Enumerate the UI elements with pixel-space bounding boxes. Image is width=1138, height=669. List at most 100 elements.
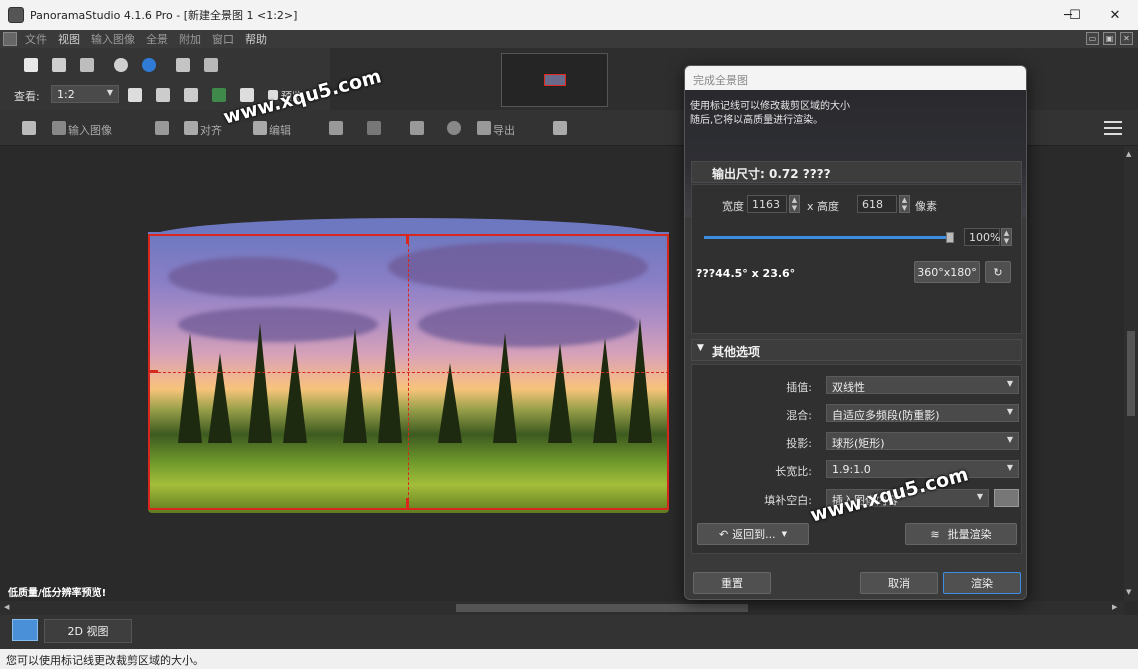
- chevron-down-icon: ▼: [781, 530, 788, 538]
- save-icon[interactable]: [80, 58, 94, 72]
- align-label[interactable]: 对齐: [200, 122, 222, 138]
- scale-field[interactable]: 100%: [964, 228, 1000, 246]
- menu-bar: 文件 视图 输入图像 全景 附加 窗口 帮助: [0, 30, 1138, 48]
- crop-handle-top[interactable]: [406, 234, 409, 244]
- settings-icon[interactable]: [155, 121, 169, 135]
- info-icon[interactable]: [114, 58, 128, 72]
- chevron-down-icon: ▼: [1006, 435, 1013, 444]
- chevron-down-icon: ▼: [1006, 407, 1013, 416]
- share-icon[interactable]: [204, 58, 218, 72]
- projection-select[interactable]: 球形(矩形) ▼: [826, 432, 1019, 450]
- other-options-label: 其他选项: [712, 345, 761, 359]
- menu-help[interactable]: 帮助: [245, 31, 267, 47]
- horizontal-scrollbar[interactable]: ◀ ▶: [0, 601, 1124, 615]
- view-tabs: 2D 视图: [0, 615, 1138, 649]
- zoom-in-icon[interactable]: [128, 88, 142, 102]
- reset-button[interactable]: 重置: [693, 572, 771, 594]
- scroll-up-icon[interactable]: ▲: [1126, 150, 1131, 158]
- pro-badge-icon: [3, 32, 17, 46]
- output-size-header: 输出尺寸: 0.72 ????: [691, 161, 1022, 183]
- edit-icon[interactable]: [253, 121, 267, 135]
- projection-label: 投影:: [786, 437, 812, 450]
- other-options-header[interactable]: ▼ 其他选项: [691, 339, 1022, 361]
- cancel-button[interactable]: 取消: [860, 572, 938, 594]
- crop-handle-bottom[interactable]: [406, 498, 409, 510]
- vertical-scroll-thumb[interactable]: [1127, 331, 1135, 416]
- close-button[interactable]: ✕: [1092, 0, 1138, 30]
- mdi-restore-icon[interactable]: ▭: [1086, 32, 1099, 45]
- width-label: 宽度: [722, 200, 744, 213]
- image-icon[interactable]: [212, 88, 226, 102]
- zoom-out-icon[interactable]: [156, 88, 170, 102]
- scroll-left-icon[interactable]: ◀: [4, 603, 9, 611]
- menu-file[interactable]: 文件: [25, 31, 47, 47]
- hamburger-menu-icon[interactable]: [1104, 121, 1122, 135]
- scale-stepper[interactable]: ▲ ▼: [1001, 228, 1012, 246]
- mdi-tile-icon[interactable]: ▣: [1103, 32, 1116, 45]
- height-stepper[interactable]: ▲ ▼: [899, 195, 910, 213]
- tab-2d-view[interactable]: 2D 视图: [44, 619, 132, 643]
- dialog-title: 完成全景图: [685, 66, 1026, 90]
- menu-window[interactable]: 窗口: [212, 31, 234, 47]
- import-image-icon[interactable]: [52, 121, 66, 135]
- back-to-button[interactable]: ↶ 返回到... ▼: [697, 523, 809, 545]
- layers-icon[interactable]: [329, 121, 343, 135]
- blending-select[interactable]: 自适应多频段(防重影) ▼: [826, 404, 1019, 422]
- windows-grid-icon[interactable]: [12, 619, 38, 641]
- crop-icon[interactable]: [367, 121, 381, 135]
- fit-icon[interactable]: [184, 88, 198, 102]
- panorama-image[interactable]: [148, 232, 669, 513]
- horizontal-scroll-thumb[interactable]: [456, 604, 748, 612]
- width-field[interactable]: 1163: [747, 195, 787, 213]
- render-button[interactable]: 渲染: [943, 572, 1021, 594]
- fill-color-swatch[interactable]: [994, 489, 1019, 507]
- zoom-select[interactable]: 1:2 ▼: [51, 85, 119, 103]
- layers-icon: ≋: [930, 527, 940, 541]
- scale-slider-track[interactable]: [704, 232, 954, 243]
- navigator-preview[interactable]: [501, 53, 608, 107]
- menu-view[interactable]: 视图: [58, 31, 80, 47]
- navigator-viewport[interactable]: [544, 74, 566, 86]
- chevron-down-icon: ▼: [697, 343, 704, 353]
- menu-import[interactable]: 输入图像: [91, 31, 135, 47]
- vertical-scrollbar[interactable]: ▲ ▼: [1124, 146, 1138, 601]
- low-quality-note: 低质量/低分辨率预览!: [8, 588, 107, 599]
- projection-value: 球形(矩形): [832, 437, 885, 450]
- aspect-ratio-label: 长宽比:: [775, 465, 812, 478]
- mdi-close-icon[interactable]: ✕: [1120, 32, 1133, 45]
- height-field[interactable]: 618: [857, 195, 897, 213]
- color-icon[interactable]: [447, 121, 461, 135]
- other-options-section: 插值: 双线性 ▼ 混合: 自适应多频段(防重影) ▼ 投影: 球形(矩形) ▼ 长宽…: [691, 364, 1022, 554]
- scroll-down-icon[interactable]: ▼: [1126, 588, 1131, 596]
- center-guide-horizontal: [148, 372, 669, 373]
- open-project-icon[interactable]: [52, 58, 66, 72]
- header-line2: 随后,它将以高质量进行渲染。: [690, 115, 824, 126]
- align-icon[interactable]: [184, 121, 198, 135]
- reset-fov-icon[interactable]: ↻: [985, 261, 1011, 283]
- print-icon[interactable]: [176, 58, 190, 72]
- scroll-right-icon[interactable]: ▶: [1112, 603, 1117, 611]
- title-bar: PanoramaStudio 4.1.6 Pro - [新建全景图 1 <1:2…: [0, 0, 1138, 30]
- menu-panorama[interactable]: 全景: [146, 31, 168, 47]
- new-file-icon[interactable]: [24, 58, 38, 72]
- printer-icon[interactable]: [553, 121, 567, 135]
- width-stepper[interactable]: ▲ ▼: [789, 195, 800, 213]
- help-icon[interactable]: [142, 58, 156, 72]
- crop-handle-left[interactable]: [148, 370, 158, 373]
- export-icon[interactable]: [477, 121, 491, 135]
- interpolation-label: 插值:: [786, 381, 812, 394]
- status-bar: 您可以使用标记线更改裁剪区域的大小。: [0, 649, 1138, 669]
- edit-label[interactable]: 编辑: [269, 122, 291, 138]
- import-folder-icon[interactable]: [22, 121, 36, 135]
- batch-render-button[interactable]: ≋ 批量渲染: [905, 523, 1017, 545]
- fill-blank-label: 填补空白:: [764, 494, 812, 507]
- scale-slider-thumb[interactable]: [945, 232, 954, 243]
- window-title: PanoramaStudio 4.1.6 Pro - [新建全景图 1 <1:2…: [30, 9, 298, 22]
- fov-360-button[interactable]: 360°x180°: [914, 261, 980, 283]
- menu-extra[interactable]: 附加: [179, 31, 201, 47]
- export-label[interactable]: 导出: [493, 122, 515, 138]
- interpolation-select[interactable]: 双线性 ▼: [826, 376, 1019, 394]
- import-label[interactable]: 输入图像: [68, 122, 112, 138]
- render-icon[interactable]: [410, 121, 424, 135]
- chevron-down-icon: ▼: [106, 88, 113, 97]
